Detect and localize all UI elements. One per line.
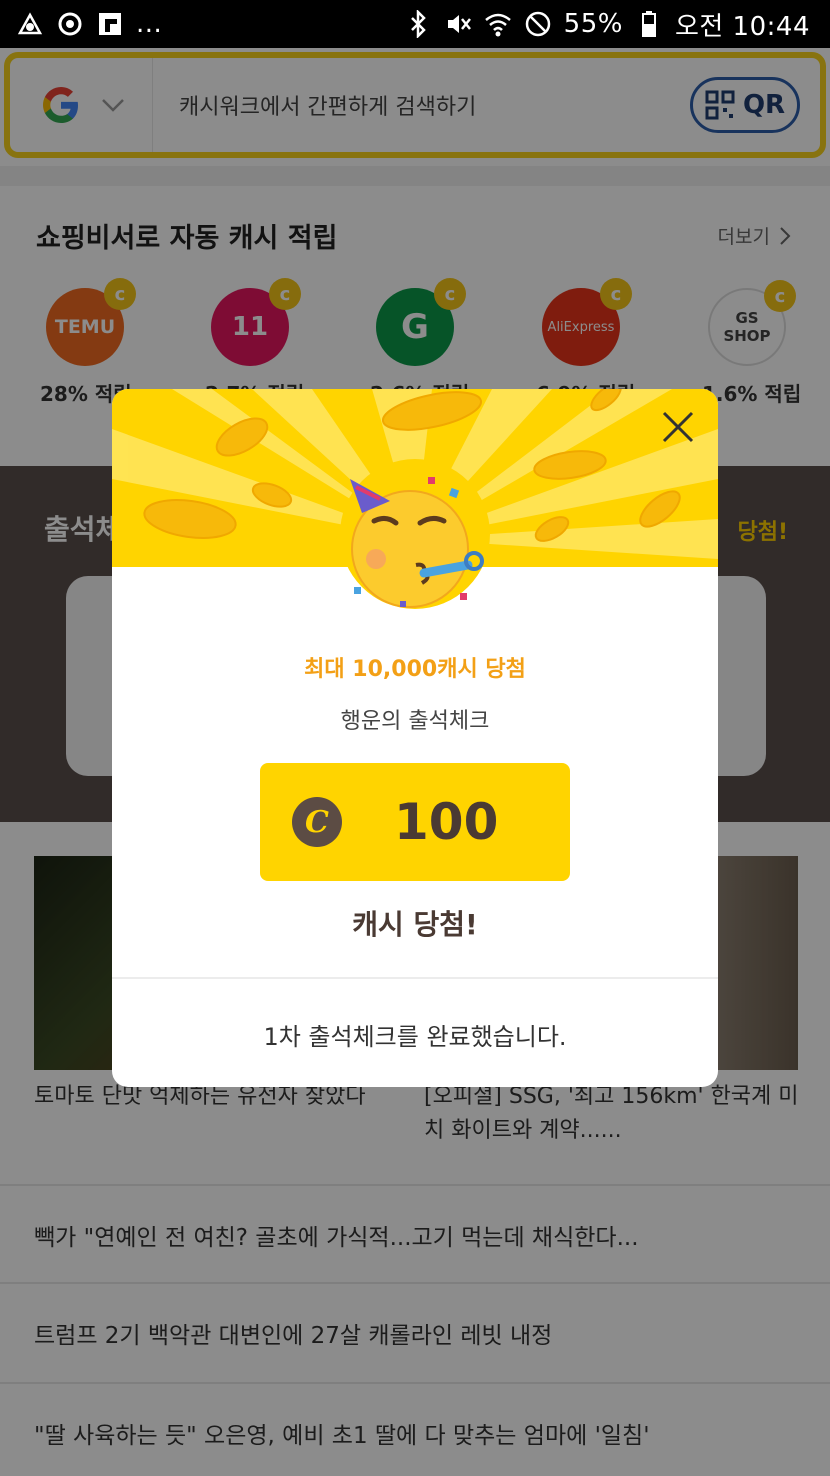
sync-icon bbox=[56, 10, 84, 38]
battery-percent: 55% bbox=[563, 9, 623, 39]
modal-divider bbox=[112, 977, 718, 979]
status-bar: ... 55% 오전 10:44 bbox=[0, 0, 830, 48]
win-message: 캐시 당첨! bbox=[352, 908, 478, 941]
modal-title: 행운의 출석체크 bbox=[340, 709, 490, 734]
bluetooth-icon bbox=[404, 10, 432, 38]
completion-message[interactable]: 1차 출석체크를 완료했습니다. bbox=[112, 1017, 718, 1052]
status-more: ... bbox=[136, 9, 163, 39]
party-face-icon bbox=[350, 477, 484, 608]
modal-max-prize: 최대 10,000캐시 당첨 bbox=[304, 657, 526, 682]
close-icon[interactable] bbox=[658, 407, 698, 447]
battery-icon bbox=[635, 10, 663, 38]
app-icon bbox=[16, 10, 44, 38]
clock: 오전 10:44 bbox=[674, 11, 810, 42]
attendance-result-modal: 최대 10,000캐시 당첨 행운의 출석체크 C 100 캐시 당첨! 1차 … bbox=[112, 389, 718, 1087]
cash-coin-icon: C bbox=[292, 797, 342, 847]
prize-box: C 100 bbox=[260, 763, 570, 881]
flipboard-icon bbox=[96, 10, 124, 38]
dnd-icon bbox=[524, 10, 552, 38]
prize-amount: 100 bbox=[394, 793, 499, 851]
mute-icon bbox=[444, 10, 472, 38]
wifi-icon bbox=[484, 10, 512, 38]
